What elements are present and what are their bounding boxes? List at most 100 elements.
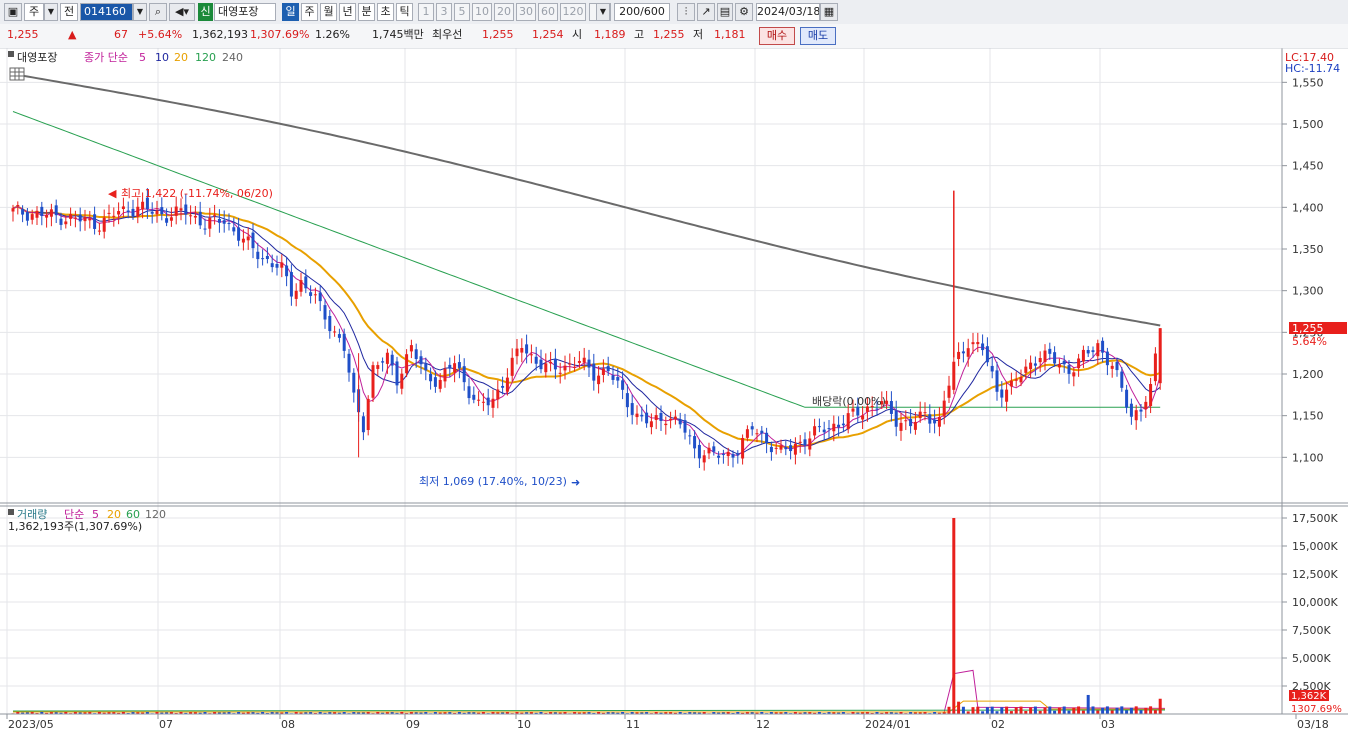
volume-bar (1033, 706, 1037, 714)
candle-body (88, 218, 92, 221)
table-view-icon[interactable] (9, 67, 25, 81)
best-quote-label: 최우선 (432, 28, 463, 41)
candle-body (635, 413, 639, 418)
candle-body (1115, 361, 1119, 371)
stock-toolbar: ▣ 주 ▼ 전 014160 ▼ ⌕ ◀▾ 신 대영포장 일 주 월 년 분 초… (0, 0, 1348, 25)
candle-body (174, 206, 178, 216)
period-second-button[interactable]: 초 (377, 3, 394, 21)
date-tick-label: 02 (991, 718, 1005, 731)
candle-body (966, 348, 970, 357)
candle-body (505, 377, 509, 392)
period-low-note: 최저 1,069 (17.40%, 10/23) (419, 475, 567, 488)
speaker-icon[interactable]: ◀▾ (169, 3, 195, 21)
interval-dropdown-icon[interactable]: ▼ (596, 3, 610, 21)
market-dropdown-icon[interactable]: ▼ (44, 3, 58, 21)
last-volume-pct: 1307.69% (1291, 704, 1342, 715)
date-tick-label: 12 (756, 718, 770, 731)
menu-icon[interactable]: ▣ (4, 3, 22, 21)
candle-body (275, 264, 279, 268)
period-year-button[interactable]: 년 (339, 3, 356, 21)
candle-type-icon[interactable]: ⫶ (677, 3, 695, 21)
candle-body (923, 412, 927, 414)
volume-bar (1139, 710, 1143, 714)
count-input[interactable]: 200/600 (614, 3, 670, 21)
volume-bar (1144, 707, 1148, 714)
search-icon[interactable]: ⌕ (149, 3, 167, 21)
minute-60-button[interactable]: 60 (538, 3, 558, 21)
minute-1-button[interactable]: 1 (418, 3, 434, 21)
candle-body (726, 451, 730, 457)
candle-body (544, 363, 548, 373)
volume-bar (1115, 707, 1119, 714)
period-minute-button[interactable]: 분 (358, 3, 375, 21)
period-week-button[interactable]: 주 (301, 3, 318, 21)
candle-body (899, 422, 903, 431)
candle-body (1038, 357, 1042, 363)
candle-body (49, 209, 53, 217)
candle-body (280, 262, 284, 268)
period-month-button[interactable]: 월 (320, 3, 337, 21)
volume-legend-square-icon (8, 509, 14, 515)
candle-body (573, 366, 577, 368)
candle-body (381, 361, 385, 363)
candle-body (472, 394, 476, 400)
candle-body (453, 363, 457, 373)
legend-square-icon (8, 51, 14, 57)
minute-10-button[interactable]: 10 (472, 3, 492, 21)
minute-30-button[interactable]: 30 (516, 3, 536, 21)
settings-icon[interactable]: ⚙ (735, 3, 753, 21)
sell-button[interactable]: 매도 (800, 27, 836, 45)
volume-bar (1110, 710, 1114, 714)
calendar-icon[interactable]: ▦ (820, 3, 838, 21)
candle-body (1048, 348, 1052, 354)
date-tick-label: 03 (1101, 718, 1115, 731)
date-tick-label: 2024/01 (865, 718, 911, 731)
market-scope-button[interactable]: 전 (60, 3, 78, 21)
period-day-button[interactable]: 일 (282, 3, 299, 21)
candle-body (169, 217, 173, 221)
candle-body (241, 238, 245, 243)
price-tick-label: 1,300 (1292, 285, 1324, 298)
volume-tick-label: 15,000K (1292, 540, 1338, 553)
price-tick-label: 1,200 (1292, 368, 1324, 381)
volume-bar (1048, 706, 1052, 714)
candle-body (841, 423, 845, 426)
candle-body (141, 201, 145, 210)
save-icon[interactable]: ▤ (717, 3, 733, 21)
buy-button[interactable]: 매수 (759, 27, 795, 45)
minute-20-button[interactable]: 20 (494, 3, 514, 21)
candle-body (11, 208, 15, 212)
low-price: 1,181 (714, 28, 746, 41)
volume-tick-label: 7,500K (1292, 624, 1331, 637)
candle-body (1144, 401, 1148, 409)
candle-body (832, 423, 836, 432)
candle-body (405, 354, 409, 374)
candle-body (424, 363, 428, 371)
minute-3-button[interactable]: 3 (436, 3, 452, 21)
minute-120-button[interactable]: 120 (560, 3, 586, 21)
candle-body (481, 401, 485, 403)
candle-body (438, 379, 442, 389)
candle-body (645, 412, 649, 424)
candle-body (256, 251, 260, 260)
candle-body (1024, 366, 1028, 373)
candle-body (990, 365, 994, 372)
candle-body (549, 361, 553, 364)
candle-body (904, 420, 908, 422)
candle-body (155, 210, 159, 215)
candle-body (597, 375, 601, 385)
stock-code-input[interactable]: 014160 (80, 3, 133, 21)
candle-body (683, 420, 687, 433)
minute-5-button[interactable]: 5 (454, 3, 470, 21)
code-dropdown-icon[interactable]: ▼ (133, 3, 147, 21)
date-input[interactable]: 2024/03/18 (756, 3, 820, 21)
market-select[interactable]: 주 (24, 3, 44, 21)
candle-body (54, 205, 58, 216)
candle-body (755, 433, 759, 435)
stock-chart[interactable]: 대영포장 종가 단순 5 10 20 120 240 LC:17.40 HC:-… (0, 48, 1348, 734)
period-tick-button[interactable]: 틱 (396, 3, 413, 21)
candle-body (760, 430, 764, 434)
candle-body (793, 443, 797, 455)
draw-tool-icon[interactable]: ↗ (697, 3, 715, 21)
candle-body (712, 446, 716, 452)
